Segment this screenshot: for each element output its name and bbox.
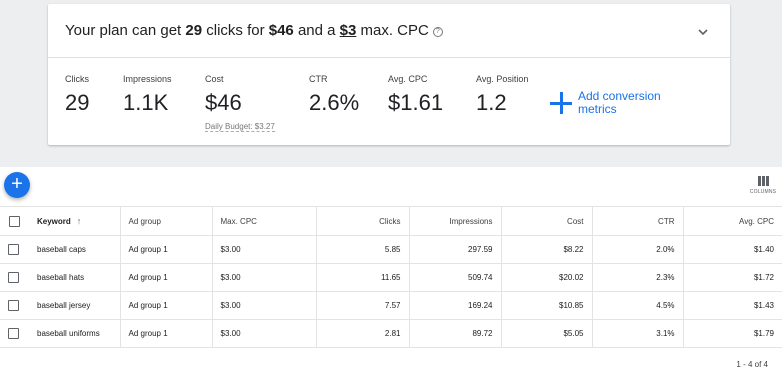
clicks-cell: 7.57	[315, 291, 409, 320]
metric-avg-position: Avg. Position 1.2	[476, 74, 529, 115]
header-clicks[interactable]: Clicks	[315, 206, 409, 236]
ctr-cell: 3.1%	[591, 319, 683, 348]
keywords-table: Keyword ↑ Ad group Max. CPC Clicks Impres…	[0, 206, 782, 348]
keyword-cell[interactable]: baseball hats	[29, 263, 120, 292]
daily-budget[interactable]: Daily Budget: $3.27	[205, 122, 275, 132]
ad-group-cell: Ad group 1	[119, 235, 212, 264]
ad-group-cell: Ad group 1	[119, 263, 212, 292]
cost-cell: $5.05	[500, 319, 592, 348]
row-checkbox[interactable]	[0, 291, 29, 320]
summary-header[interactable]: Your plan can get 29 clicks for $46 and …	[48, 4, 730, 58]
cost-cell: $20.02	[500, 263, 592, 292]
metric-ctr: CTR 2.6%	[309, 74, 360, 115]
add-keyword-button[interactable]: +	[4, 172, 30, 198]
cost-cell: $8.22	[500, 235, 592, 264]
header-avg-cpc[interactable]: Avg. CPC	[682, 206, 782, 236]
plan-headline: Your plan can get 29 clicks for $46 and …	[65, 22, 443, 39]
row-checkbox[interactable]	[0, 263, 29, 292]
impressions-cell: 297.59	[408, 235, 501, 264]
ctr-cell: 2.0%	[591, 235, 683, 264]
header-cost[interactable]: Cost	[500, 206, 592, 236]
cost-cell: $10.85	[500, 291, 592, 320]
sort-ascending-icon: ↑	[76, 216, 82, 226]
header-ad-group[interactable]: Ad group	[119, 206, 212, 236]
max-cpc-cell[interactable]: $3.00	[211, 291, 316, 320]
row-checkbox[interactable]	[0, 319, 29, 348]
ad-group-cell: Ad group 1	[119, 291, 212, 320]
impressions-cell: 169.24	[408, 291, 501, 320]
clicks-cell: 2.81	[315, 319, 409, 348]
max-cpc-cell[interactable]: $3.00	[211, 319, 316, 348]
clicks-cell: 11.65	[315, 263, 409, 292]
metric-cost: Cost $46 Daily Budget: $3.27	[205, 74, 275, 132]
table-row: baseball uniforms Ad group 1 $3.00 2.81 …	[0, 319, 782, 348]
impressions-cell: 509.74	[408, 263, 501, 292]
select-all-checkbox[interactable]	[0, 206, 29, 236]
columns-icon	[748, 176, 778, 186]
ctr-cell: 2.3%	[591, 263, 683, 292]
metrics-row: Clicks 29 Impressions 1.1K Cost $46 Dail…	[48, 58, 730, 144]
header-ctr[interactable]: CTR	[591, 206, 683, 236]
max-cpc-cell[interactable]: $3.00	[211, 235, 316, 264]
header-keyword[interactable]: Keyword ↑	[29, 206, 120, 236]
plus-icon	[550, 92, 572, 114]
pagination-status: 1 - 4 of 4	[736, 360, 768, 369]
avg-cpc-cell: $1.40	[682, 235, 782, 264]
table-row: baseball caps Ad group 1 $3.00 5.85 297.…	[0, 235, 782, 264]
impressions-cell: 89.72	[408, 319, 501, 348]
keyword-cell[interactable]: baseball jersey	[29, 291, 120, 320]
metric-clicks: Clicks 29	[65, 74, 90, 115]
header-impressions[interactable]: Impressions	[408, 206, 501, 236]
table-header-row: Keyword ↑ Ad group Max. CPC Clicks Impres…	[0, 206, 782, 236]
avg-cpc-cell: $1.72	[682, 263, 782, 292]
add-conversion-metrics-button[interactable]: Add conversion metrics	[550, 90, 668, 116]
keyword-cell[interactable]: baseball uniforms	[29, 319, 120, 348]
clicks-cell: 5.85	[315, 235, 409, 264]
metric-avg-cpc: Avg. CPC $1.61	[388, 74, 444, 115]
ad-group-cell: Ad group 1	[119, 319, 212, 348]
avg-cpc-cell: $1.79	[682, 319, 782, 348]
chevron-down-icon[interactable]	[696, 25, 710, 39]
help-icon[interactable]: ?	[432, 27, 443, 37]
row-checkbox[interactable]	[0, 235, 29, 264]
avg-cpc-cell: $1.43	[682, 291, 782, 320]
header-max-cpc[interactable]: Max. CPC	[211, 206, 316, 236]
columns-button[interactable]: COLUMNS	[748, 176, 778, 195]
metric-impressions: Impressions 1.1K	[123, 74, 172, 115]
max-cpc-cell[interactable]: $3.00	[211, 263, 316, 292]
table-row: baseball jersey Ad group 1 $3.00 7.57 16…	[0, 291, 782, 320]
plan-summary-card: Your plan can get 29 clicks for $46 and …	[48, 4, 730, 145]
table-row: baseball hats Ad group 1 $3.00 11.65 509…	[0, 263, 782, 292]
keyword-cell[interactable]: baseball caps	[29, 235, 120, 264]
ctr-cell: 4.5%	[591, 291, 683, 320]
